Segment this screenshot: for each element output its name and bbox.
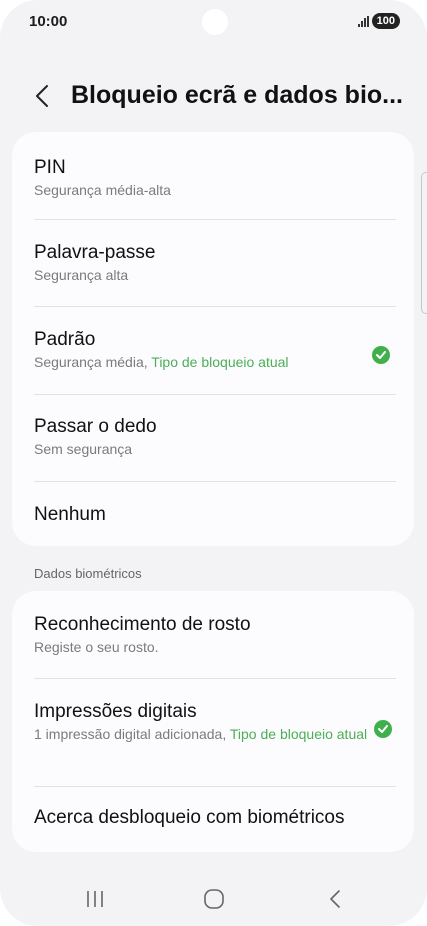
header: Bloqueio ecrã e dados bio... xyxy=(0,74,427,118)
section-header-biometrics: Dados biométricos xyxy=(34,566,142,581)
status-icons: 100 xyxy=(357,13,400,29)
list-item-pin[interactable]: PIN Segurança média-alta xyxy=(12,132,414,219)
list-item-swipe[interactable]: Passar o dedo Sem segurança xyxy=(12,394,414,481)
item-title: PIN xyxy=(34,157,66,178)
check-circle-icon xyxy=(374,720,392,738)
recent-apps-button[interactable] xyxy=(75,881,115,917)
biometrics-list: Reconhecimento de rosto Registe o seu ro… xyxy=(12,591,414,852)
item-subtitle: Segurança média-alta xyxy=(34,182,171,198)
item-subtitle-text: 1 impressão digital adicionada, xyxy=(34,726,227,742)
home-icon xyxy=(204,889,224,909)
list-item-fingerprints[interactable]: Impressões digitais 1 impressão digital … xyxy=(12,678,414,786)
item-subtitle: 1 impressão digital adicionada, Tipo de … xyxy=(34,724,392,744)
current-lock-label: Tipo de bloqueio atual xyxy=(151,354,289,370)
camera-cutout xyxy=(202,9,228,35)
navigation-bar xyxy=(0,873,427,923)
current-lock-label: Tipo de bloqueio atual xyxy=(229,726,368,742)
recent-apps-icon xyxy=(87,891,103,907)
list-item-about-biometrics[interactable]: Acerca desbloqueio com biométricos xyxy=(12,786,414,852)
list-item-password[interactable]: Palavra-passe Segurança alta xyxy=(12,219,414,306)
item-title: Acerca desbloqueio com biométricos xyxy=(34,807,345,828)
item-subtitle: Sem segurança xyxy=(34,441,133,457)
nav-back-button[interactable] xyxy=(315,881,355,917)
phone-screen: 10:00 100 Bloqueio ecrã e dados bio... P… xyxy=(0,0,427,926)
list-item-face-recognition[interactable]: Reconhecimento de rosto Registe o seu ro… xyxy=(12,591,414,678)
item-title: Padrão xyxy=(34,329,96,350)
item-subtitle: Segurança média, Tipo de bloqueio atual xyxy=(34,352,392,372)
item-title: Reconhecimento de rosto xyxy=(34,614,251,635)
item-subtitle: Segurança alta xyxy=(34,267,129,283)
lock-type-list: PIN Segurança média-alta Palavra-passe S… xyxy=(12,132,414,546)
chevron-left-icon xyxy=(36,85,48,107)
item-title: Palavra-passe xyxy=(34,242,156,263)
status-bar: 10:00 100 xyxy=(0,0,427,46)
status-time: 10:00 xyxy=(29,13,68,30)
item-title: Passar o dedo xyxy=(34,416,157,437)
nav-back-icon xyxy=(330,890,340,908)
scroll-handle[interactable] xyxy=(421,172,427,314)
item-title: Nenhum xyxy=(34,504,106,525)
back-button[interactable] xyxy=(28,80,56,112)
page-title: Bloqueio ecrã e dados bio... xyxy=(71,81,404,109)
item-subtitle: Registe o seu rosto. xyxy=(34,639,159,655)
home-button[interactable] xyxy=(194,881,234,917)
signal-icon xyxy=(357,15,369,27)
check-circle-icon xyxy=(372,346,390,364)
item-title: Impressões digitais xyxy=(34,701,197,722)
battery-icon: 100 xyxy=(371,13,400,29)
list-item-none[interactable]: Nenhum xyxy=(12,481,414,546)
list-item-pattern[interactable]: Padrão Segurança média, Tipo de bloqueio… xyxy=(12,306,414,394)
item-subtitle-text: Segurança média, xyxy=(34,354,148,370)
